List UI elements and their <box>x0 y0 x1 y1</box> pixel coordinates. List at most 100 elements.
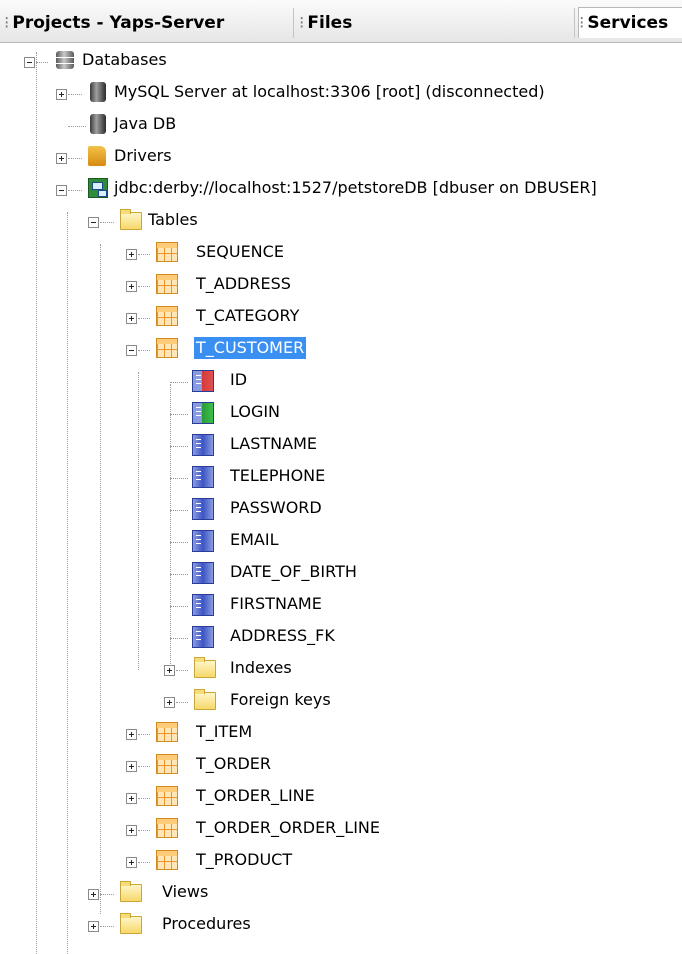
tree-node-column[interactable]: ADDRESS_FK <box>0 624 682 656</box>
table-icon <box>156 818 178 838</box>
tree-label-table: T_CATEGORY <box>196 306 300 325</box>
tree-label-table: T_PRODUCT <box>196 850 293 869</box>
expand-icon[interactable] <box>126 761 137 772</box>
collapse-icon[interactable] <box>56 185 67 196</box>
tree-branch-line <box>36 62 48 63</box>
tree-node-table-selected[interactable]: T_CUSTOMER <box>0 336 682 368</box>
tree-label-table: T_ITEM <box>196 722 253 741</box>
expand-icon[interactable] <box>164 697 175 708</box>
database-server-icon <box>90 114 106 134</box>
tree-node-drivers[interactable]: Drivers <box>0 144 682 176</box>
tree-node-tables[interactable]: Tables <box>0 208 682 240</box>
tree-label-table: T_ADDRESS <box>196 274 291 293</box>
tree-branch-line <box>170 446 188 447</box>
tree-label-connection: jdbc:derby://localhost:1527/petstoreDB [… <box>114 178 597 197</box>
collapse-icon[interactable] <box>88 217 99 228</box>
tree-label-databases: Databases <box>82 50 167 69</box>
connection-icon <box>88 178 108 198</box>
tab-projects-label: Projects - Yaps-Server <box>12 13 225 33</box>
column-icon <box>192 434 214 456</box>
tree-node-javadb[interactable]: Java DB <box>0 112 682 144</box>
tree-node-table[interactable]: T_ORDER_ORDER_LINE <box>0 816 682 848</box>
tree-branch-line <box>68 190 82 191</box>
tree-branch-line <box>138 830 150 831</box>
tree-branch-line <box>170 542 188 543</box>
tree-node-column[interactable]: TELEPHONE <box>0 464 682 496</box>
services-tree: Databases MySQL Server at localhost:3306… <box>0 42 682 954</box>
tree-branch-line <box>170 638 188 639</box>
tree-label-javadb: Java DB <box>114 114 177 133</box>
expand-icon[interactable] <box>126 793 137 804</box>
tree-node-column[interactable]: ID <box>0 368 682 400</box>
folder-icon <box>194 657 216 678</box>
tree-node-table[interactable]: T_ORDER <box>0 752 682 784</box>
tab-projects[interactable]: ⁝ Projects - Yaps-Server <box>4 8 224 38</box>
tree-branch-line <box>68 126 86 127</box>
tab-grip-icon: ⁝ <box>579 13 585 33</box>
tree-node-table[interactable]: T_ITEM <box>0 720 682 752</box>
database-server-icon <box>90 82 106 102</box>
tree-node-foreign-keys[interactable]: Foreign keys <box>0 688 682 720</box>
tree-node-column[interactable]: DATE_OF_BIRTH <box>0 560 682 592</box>
tree-node-table[interactable]: T_ADDRESS <box>0 272 682 304</box>
tree-node-mysql[interactable]: MySQL Server at localhost:3306 [root] (d… <box>0 80 682 112</box>
drivers-folder-icon <box>88 146 106 166</box>
tab-divider <box>293 8 294 38</box>
tree-node-column[interactable]: FIRSTNAME <box>0 592 682 624</box>
tree-label-foreign-keys: Foreign keys <box>230 690 331 709</box>
collapse-icon[interactable] <box>24 57 35 68</box>
tree-branch-line <box>138 798 150 799</box>
table-icon <box>156 274 178 294</box>
table-icon <box>156 242 178 262</box>
tree-node-table[interactable]: T_ORDER_LINE <box>0 784 682 816</box>
tree-label-column: EMAIL <box>230 530 279 549</box>
tree-branch-line <box>100 222 114 223</box>
column-icon <box>192 498 214 520</box>
expand-icon[interactable] <box>126 825 137 836</box>
tree-label-table-selected: T_CUSTOMER <box>192 336 308 360</box>
table-icon <box>156 306 178 326</box>
tab-bar: ⁝ Projects - Yaps-Server ⁝ Files ⁝ Services <box>0 0 682 43</box>
tree-node-column[interactable]: PASSWORD <box>0 496 682 528</box>
tree-label-column: ADDRESS_FK <box>230 626 335 645</box>
tab-divider <box>574 8 575 38</box>
table-icon <box>156 754 178 774</box>
tree-node-table[interactable]: SEQUENCE <box>0 240 682 272</box>
tree-branch-line <box>170 574 188 575</box>
expand-icon[interactable] <box>56 153 67 164</box>
collapse-icon[interactable] <box>126 345 137 356</box>
tree-node-column[interactable]: LASTNAME <box>0 432 682 464</box>
expand-icon[interactable] <box>126 857 137 868</box>
tree-node-databases[interactable]: Databases <box>0 48 682 80</box>
tab-grip-icon: ⁝ <box>299 13 305 33</box>
expand-icon[interactable] <box>88 921 99 932</box>
expand-icon[interactable] <box>126 313 137 324</box>
tree-label-mysql: MySQL Server at localhost:3306 [root] (d… <box>114 82 545 101</box>
tree-branch-line <box>68 158 82 159</box>
tree-node-indexes[interactable]: Indexes <box>0 656 682 688</box>
tree-label-tables: Tables <box>148 210 198 229</box>
tree-node-column[interactable]: LOGIN <box>0 400 682 432</box>
tree-branch-line <box>138 286 150 287</box>
tree-node-column[interactable]: EMAIL <box>0 528 682 560</box>
expand-icon[interactable] <box>126 281 137 292</box>
tree-node-table[interactable]: T_CATEGORY <box>0 304 682 336</box>
tree-label-views: Views <box>162 882 209 901</box>
tab-services[interactable]: ⁝ Services <box>578 7 682 38</box>
expand-icon[interactable] <box>56 89 67 100</box>
folder-icon <box>120 209 142 230</box>
expand-icon[interactable] <box>126 729 137 740</box>
tree-label-column: TELEPHONE <box>230 466 326 485</box>
database-icon <box>56 51 74 69</box>
tree-branch-line <box>176 670 188 671</box>
tree-node-connection[interactable]: jdbc:derby://localhost:1527/petstoreDB [… <box>0 176 682 208</box>
expand-icon[interactable] <box>126 249 137 260</box>
tree-branch-line <box>138 254 150 255</box>
tree-node-table[interactable]: T_PRODUCT <box>0 848 682 880</box>
expand-icon[interactable] <box>88 889 99 900</box>
tree-node-procedures[interactable]: Procedures <box>0 912 682 944</box>
tree-node-views[interactable]: Views <box>0 880 682 912</box>
tab-files[interactable]: ⁝ Files <box>299 8 352 38</box>
expand-icon[interactable] <box>164 665 175 676</box>
primary-key-column-icon <box>192 370 214 392</box>
